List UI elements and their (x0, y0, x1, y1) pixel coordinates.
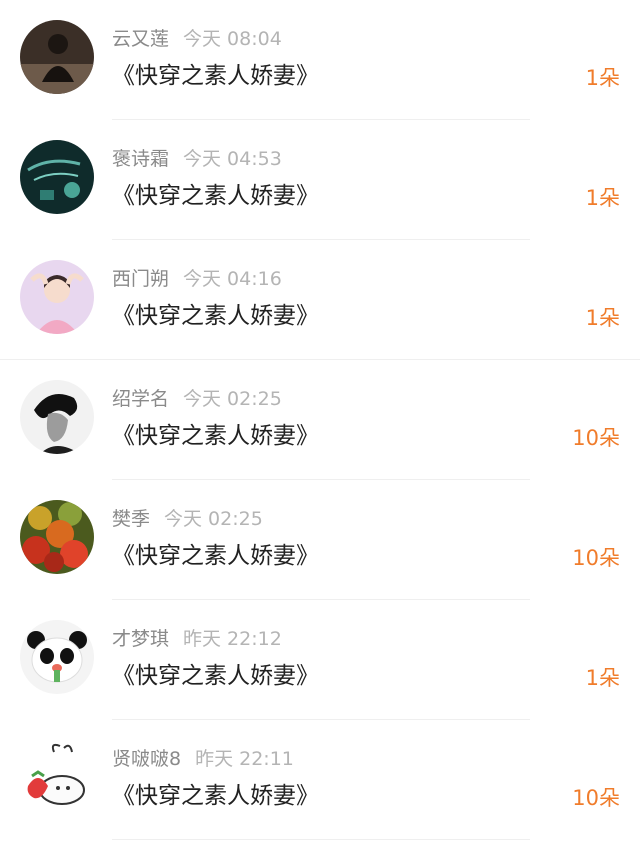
username[interactable]: 绍学名 (112, 388, 169, 410)
avatar[interactable] (20, 260, 94, 334)
book-title[interactable]: 《快穿之素人娇妻》 (112, 180, 319, 212)
autumn-leaves-avatar-icon (20, 500, 94, 574)
teal-ink-painting-avatar-icon (20, 140, 94, 214)
anime-girl-avatar-icon (20, 260, 94, 334)
record-meta: 褒诗霜 今天 04:53 (112, 146, 282, 172)
gift-count: 1朵 (585, 186, 620, 210)
record-meta: 绍学名 今天 02:25 (112, 386, 282, 412)
book-title[interactable]: 《快穿之素人娇妻》 (112, 780, 319, 812)
gift-count: 10朵 (572, 426, 620, 450)
username[interactable]: 樊季 (112, 508, 150, 530)
record-meta: 樊季 今天 02:25 (112, 506, 263, 532)
list-item[interactable]: 才梦琪 昨天 22:12 《快穿之素人娇妻》 1朵 (0, 600, 640, 720)
timestamp: 昨天 22:11 (195, 748, 294, 770)
avatar[interactable] (20, 620, 94, 694)
list-item[interactable]: 樊季 今天 02:25 《快穿之素人娇妻》 10朵 (0, 480, 640, 600)
avatar[interactable] (20, 500, 94, 574)
avatar[interactable] (20, 740, 94, 814)
avatar[interactable] (20, 380, 94, 454)
list-item[interactable]: 褒诗霜 今天 04:53 《快穿之素人娇妻》 1朵 (0, 120, 640, 240)
list-item[interactable]: 西门朔 今天 04:16 《快穿之素人娇妻》 1朵 (0, 240, 640, 360)
list-item[interactable]: 云又莲 今天 08:04 《快穿之素人娇妻》 1朵 (0, 0, 640, 120)
panda-avatar-icon (20, 620, 94, 694)
timestamp: 今天 04:16 (183, 268, 282, 290)
book-title[interactable]: 《快穿之素人娇妻》 (112, 420, 319, 452)
gift-count: 10朵 (572, 786, 620, 810)
timestamp: 今天 02:25 (164, 508, 263, 530)
dark-portrait-avatar-icon (20, 20, 94, 94)
record-meta: 贤啵啵8 昨天 22:11 (112, 746, 294, 772)
record-meta: 云又莲 今天 08:04 (112, 26, 282, 52)
record-meta: 西门朔 今天 04:16 (112, 266, 282, 292)
username[interactable]: 褒诗霜 (112, 148, 169, 170)
timestamp: 昨天 22:12 (183, 628, 282, 650)
list-item[interactable]: 贤啵啵8 昨天 22:11 《快穿之素人娇妻》 10朵 (0, 720, 640, 840)
book-title[interactable]: 《快穿之素人娇妻》 (112, 300, 319, 332)
gift-count: 1朵 (585, 666, 620, 690)
bw-portrait-avatar-icon (20, 380, 94, 454)
timestamp: 今天 04:53 (183, 148, 282, 170)
avatar[interactable] (20, 20, 94, 94)
username[interactable]: 才梦琪 (112, 628, 169, 650)
avatar[interactable] (20, 140, 94, 214)
gift-count: 1朵 (585, 66, 620, 90)
list-item[interactable]: 绍学名 今天 02:25 《快穿之素人娇妻》 10朵 (0, 360, 640, 480)
username[interactable]: 西门朔 (112, 268, 169, 290)
timestamp: 今天 08:04 (183, 28, 282, 50)
record-meta: 才梦琪 昨天 22:12 (112, 626, 282, 652)
username[interactable]: 贤啵啵8 (112, 748, 181, 770)
gift-count: 10朵 (572, 546, 620, 570)
gift-count: 1朵 (585, 306, 620, 330)
timestamp: 今天 02:25 (183, 388, 282, 410)
book-title[interactable]: 《快穿之素人娇妻》 (112, 660, 319, 692)
strawberry-doodle-avatar-icon (20, 740, 94, 814)
gift-record-list: 云又莲 今天 08:04 《快穿之素人娇妻》 1朵 褒诗霜 今天 04:53 《快穿… (0, 0, 640, 841)
divider (112, 839, 530, 840)
book-title[interactable]: 《快穿之素人娇妻》 (112, 540, 319, 572)
username[interactable]: 云又莲 (112, 28, 169, 50)
book-title[interactable]: 《快穿之素人娇妻》 (112, 60, 319, 92)
